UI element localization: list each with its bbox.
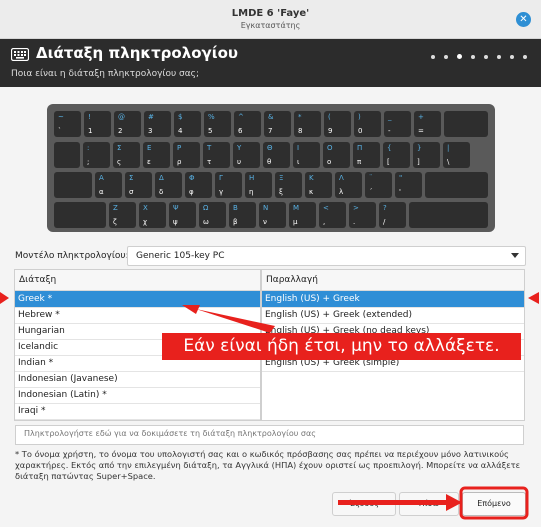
annotation-pointers [182,305,529,520]
annotation-pointer-head [182,305,200,314]
annotation-pointer-line [196,309,275,333]
annotation-callout: Εάν είναι ήδη έτσι, μην το αλλάξετε. [162,333,521,360]
annotation-next-line [338,500,448,505]
annotation-next-highlight [459,486,529,520]
installer-window: LMDE 6 'Faye' Εγκαταστάτης ✕ Διάταξη πλη… [0,0,541,527]
